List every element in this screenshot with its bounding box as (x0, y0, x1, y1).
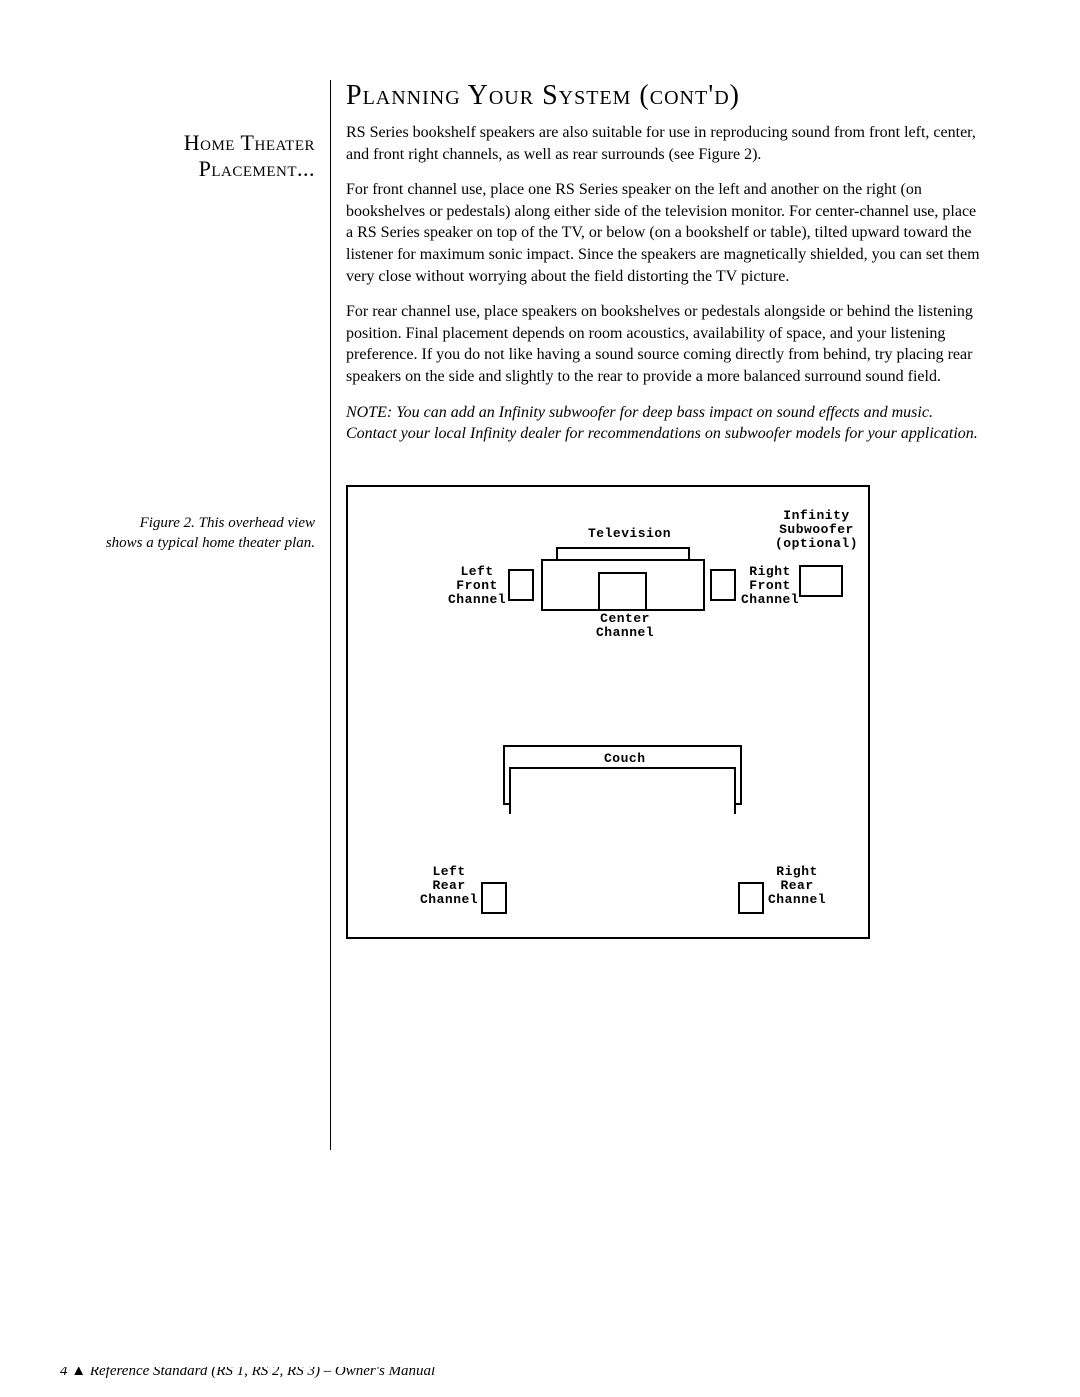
tv-stand-icon (598, 572, 647, 611)
figure-caption: Figure 2. This overhead view shows a typ… (100, 513, 315, 554)
diagram-label-center: Center Channel (596, 612, 654, 641)
page-footer: 4 ▲ Reference Standard (RS 1, RS 2, RS 3… (60, 1367, 460, 1379)
manual-title: Reference Standard (RS 1, RS 2, RS 3) – … (90, 1367, 435, 1379)
home-theater-diagram: Television Infinity Subwoofer (optional)… (346, 485, 870, 939)
left-rear-speaker-icon (481, 882, 507, 914)
paragraph: For front channel use, place one RS Seri… (346, 179, 980, 287)
sidebar-column: Home Theater Placement... Figure 2. This… (100, 80, 330, 1150)
diagram-label-left-front: Left Front Channel (448, 565, 506, 608)
main-column: Planning Your System (cont'd) RS Series … (331, 80, 980, 1150)
page: Home Theater Placement... Figure 2. This… (0, 0, 1080, 1397)
paragraph: RS Series bookshelf speakers are also su… (346, 122, 980, 165)
page-title: Planning Your System (cont'd) (346, 80, 980, 112)
diagram-label-left-rear: Left Rear Channel (420, 865, 478, 908)
page-number: 4 (60, 1367, 68, 1379)
body-text: RS Series bookshelf speakers are also su… (346, 122, 980, 445)
right-front-speaker-icon (710, 569, 736, 601)
section-heading: Home Theater Placement... (100, 130, 315, 183)
subwoofer-icon (799, 565, 843, 597)
diagram-label-couch: Couch (604, 752, 646, 766)
diagram-label-television: Television (588, 527, 671, 541)
two-column-layout: Home Theater Placement... Figure 2. This… (100, 80, 980, 1150)
diagram-label-subwoofer: Infinity Subwoofer (optional) (775, 509, 858, 552)
triangle-icon: ▲ (71, 1367, 86, 1379)
diagram-label-right-front: Right Front Channel (741, 565, 799, 608)
diagram-label-right-rear: Right Rear Channel (768, 865, 826, 908)
tv-outline-icon (556, 547, 690, 559)
note-paragraph: NOTE: You can add an Infinity subwoofer … (346, 402, 980, 445)
paragraph: For rear channel use, place speakers on … (346, 301, 980, 387)
couch-seat-icon (509, 767, 736, 814)
left-front-speaker-icon (508, 569, 534, 601)
right-rear-speaker-icon (738, 882, 764, 914)
